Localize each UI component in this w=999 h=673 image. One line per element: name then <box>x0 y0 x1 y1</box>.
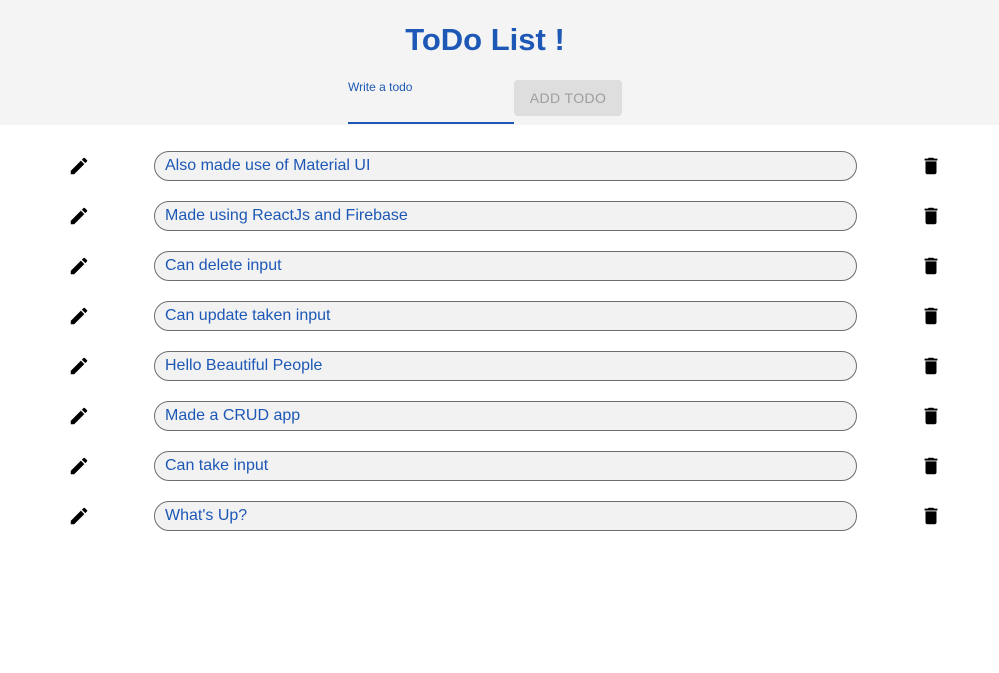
delete-icon[interactable] <box>920 155 942 177</box>
edit-icon[interactable] <box>68 355 90 377</box>
todo-item-text: Also made use of Material UI <box>154 151 857 181</box>
todo-input[interactable] <box>348 98 514 120</box>
todo-input-field[interactable]: Write a todo <box>348 78 514 124</box>
delete-icon[interactable] <box>920 305 942 327</box>
todo-row: Made using ReactJs and Firebase <box>0 191 999 241</box>
todo-input-label: Write a todo <box>348 80 413 94</box>
add-todo-button[interactable]: ADD TODO <box>514 80 622 116</box>
delete-icon[interactable] <box>920 205 942 227</box>
todo-row: Hello Beautiful People <box>0 341 999 391</box>
edit-icon[interactable] <box>68 455 90 477</box>
todo-item-text: What's Up? <box>154 501 857 531</box>
todo-item-text: Made a CRUD app <box>154 401 857 431</box>
todo-row: Made a CRUD app <box>0 391 999 441</box>
todo-row: What's Up? <box>0 491 999 541</box>
edit-icon[interactable] <box>68 305 90 327</box>
delete-icon[interactable] <box>920 355 942 377</box>
todo-item-text: Can take input <box>154 451 857 481</box>
todo-list: Also made use of Material UI Made using … <box>0 141 999 541</box>
todo-item-text: Can delete input <box>154 251 857 281</box>
todo-item-text: Hello Beautiful People <box>154 351 857 381</box>
page-title: ToDo List ! <box>405 22 565 57</box>
todo-row: Can take input <box>0 441 999 491</box>
todo-row: Can update taken input <box>0 291 999 341</box>
todo-row: Can delete input <box>0 241 999 291</box>
edit-icon[interactable] <box>68 255 90 277</box>
todo-item-text: Made using ReactJs and Firebase <box>154 201 857 231</box>
delete-icon[interactable] <box>920 255 942 277</box>
edit-icon[interactable] <box>68 405 90 427</box>
todo-item-text: Can update taken input <box>154 301 857 331</box>
edit-icon[interactable] <box>68 155 90 177</box>
delete-icon[interactable] <box>920 505 942 527</box>
edit-icon[interactable] <box>68 205 90 227</box>
edit-icon[interactable] <box>68 505 90 527</box>
delete-icon[interactable] <box>920 405 942 427</box>
app-header: ToDo List ! Write a todo ADD TODO <box>0 0 999 125</box>
todo-row: Also made use of Material UI <box>0 141 999 191</box>
delete-icon[interactable] <box>920 455 942 477</box>
